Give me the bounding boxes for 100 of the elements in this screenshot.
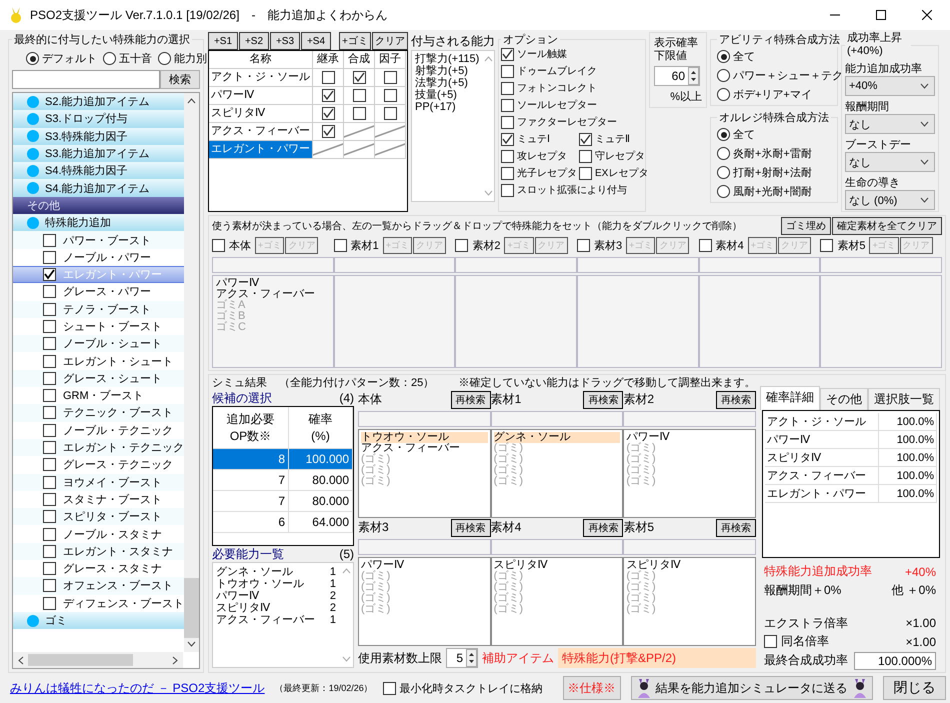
list-item[interactable]: GRM・ブースト xyxy=(13,387,184,404)
scrollbar[interactable] xyxy=(13,652,183,668)
category-item[interactable]: S2.能力追加アイテム xyxy=(13,93,184,110)
list-item[interactable]: テクニック・ブースト xyxy=(13,404,184,422)
checkbox[interactable] xyxy=(43,458,56,472)
checkbox[interactable] xyxy=(384,71,396,84)
material-field[interactable] xyxy=(623,411,756,427)
category-item[interactable]: 特殊能力追加 xyxy=(13,214,184,232)
scrollbar-thumb[interactable] xyxy=(28,654,133,666)
action-button[interactable]: 確定素材を全てクリア xyxy=(832,217,942,235)
material-field[interactable] xyxy=(455,257,577,273)
radio-button[interactable] xyxy=(717,128,730,141)
slot-button[interactable]: +S2 xyxy=(239,32,269,50)
list-item[interactable]: グレース・スタミナ xyxy=(13,560,184,578)
category-item[interactable]: ゴミ xyxy=(13,612,184,630)
research-button[interactable]: 再検索 xyxy=(583,390,624,408)
list-item[interactable]: グレース・シュート xyxy=(13,370,184,388)
spin-arrows-icon[interactable] xyxy=(466,649,477,667)
radio-button[interactable] xyxy=(717,185,730,198)
material-field[interactable] xyxy=(490,539,624,555)
checkbox[interactable] xyxy=(43,268,56,282)
checkbox[interactable] xyxy=(43,579,56,592)
research-button[interactable]: 再検索 xyxy=(716,518,756,536)
tab[interactable]: その他 xyxy=(820,388,868,410)
chevron-up-icon[interactable] xyxy=(187,98,196,104)
chevron-right-icon[interactable] xyxy=(172,656,178,664)
checkbox[interactable]: スロット拡張により付与 xyxy=(501,183,627,197)
category-item[interactable]: S4.特殊能力因子 xyxy=(13,162,184,180)
chevron-down-icon[interactable] xyxy=(920,197,929,203)
radio-button[interactable] xyxy=(717,69,730,82)
checkbox[interactable] xyxy=(352,107,366,120)
toolbar-button[interactable]: クリア xyxy=(372,32,408,50)
checkbox[interactable] xyxy=(43,476,56,489)
slot-button[interactable]: +S1 xyxy=(208,32,238,50)
checkbox[interactable] xyxy=(43,234,56,247)
category-item[interactable]: S3.ドロップ付与 xyxy=(13,110,184,128)
checkbox[interactable]: 守レセプタ xyxy=(579,149,645,163)
checkbox[interactable] xyxy=(43,302,56,316)
checkbox[interactable] xyxy=(352,89,366,102)
search-field[interactable] xyxy=(12,70,160,89)
material-list[interactable]: スピリタⅣ (ゴミ) (ゴミ) (ゴミ) (ゴミ) xyxy=(490,557,624,646)
dropdown[interactable]: +40% xyxy=(845,76,935,96)
tab[interactable]: 確率詳細 xyxy=(760,386,820,410)
dropdown[interactable]: なし xyxy=(845,152,935,172)
action-button[interactable]: ゴミ埋め xyxy=(781,217,831,235)
section-header[interactable]: その他 xyxy=(13,196,184,214)
checkbox[interactable] xyxy=(43,389,56,402)
checkbox[interactable] xyxy=(43,596,56,610)
checkbox[interactable]: ファクターレセプター xyxy=(501,115,617,129)
table-cell[interactable]: パワーⅣ xyxy=(209,87,313,105)
list-item[interactable]: スピリタ・ブースト xyxy=(13,508,184,526)
table-row[interactable]: 7 80.000 xyxy=(213,470,353,491)
checkbox[interactable] xyxy=(43,441,56,454)
checkbox[interactable] xyxy=(43,528,56,541)
site-link[interactable]: みりんは犠牲になったのだ － PSO2支援ツール xyxy=(10,680,265,696)
chevron-left-icon[interactable] xyxy=(18,656,24,664)
checkbox[interactable] xyxy=(43,424,56,437)
send-button[interactable]: 結果を能力追加シミュレータに送る xyxy=(630,676,873,700)
material-list[interactable]: パワーⅣ (ゴミ) (ゴミ) (ゴミ) (ゴミ) xyxy=(623,429,756,518)
checkbox[interactable]: EXレセプタ xyxy=(579,166,648,180)
table-cell[interactable]: エレガント・パワー xyxy=(209,141,313,159)
chevron-down-icon[interactable] xyxy=(920,121,929,127)
checkbox[interactable] xyxy=(43,354,56,368)
checkbox[interactable]: 光子レセプタ xyxy=(501,166,577,180)
category-item[interactable]: S3.能力追加アイテム xyxy=(13,144,184,162)
table-row[interactable]: 6 64.000 xyxy=(213,512,353,533)
checkbox[interactable] xyxy=(43,562,56,576)
chevron-down-icon[interactable] xyxy=(920,83,929,89)
research-button[interactable]: 再検索 xyxy=(450,390,491,408)
slot-button[interactable]: +S4 xyxy=(301,32,331,50)
checkbox[interactable] xyxy=(384,107,396,120)
checkbox[interactable] xyxy=(43,250,56,264)
spin-arrows-icon[interactable] xyxy=(688,67,699,85)
material-field[interactable] xyxy=(820,257,942,273)
checkbox[interactable] xyxy=(43,492,56,506)
material-field[interactable] xyxy=(490,411,624,427)
list-item[interactable]: エレガント・テクニック xyxy=(13,438,184,456)
material-field[interactable] xyxy=(334,257,456,273)
list-item[interactable]: ディフェンス・ブースト xyxy=(13,594,184,612)
checkbox[interactable] xyxy=(384,89,396,102)
checkbox[interactable] xyxy=(43,285,56,298)
list-item[interactable]: パワー・ブースト xyxy=(13,231,184,249)
research-button[interactable]: 再検索 xyxy=(450,518,491,536)
close-icon[interactable] xyxy=(922,10,932,20)
table-cell[interactable]: スピリタⅣ xyxy=(209,105,313,123)
checkbox[interactable] xyxy=(352,71,366,84)
material-field[interactable] xyxy=(576,257,699,273)
research-button[interactable]: 再検索 xyxy=(583,518,624,536)
radio-button[interactable] xyxy=(717,50,730,63)
checkbox[interactable] xyxy=(43,406,56,420)
slot-button[interactable]: +S3 xyxy=(270,32,300,50)
close-button[interactable]: 閉じる xyxy=(882,676,946,700)
dropdown[interactable]: なし (0%) xyxy=(845,190,935,210)
material-list[interactable]: トウオウ・ソール アクス・フィーバー (ゴミ) (ゴミ) (ゴミ) xyxy=(358,429,491,518)
list-item[interactable]: ノーブル・シュート xyxy=(13,335,184,352)
checkbox[interactable]: ミュテⅠ xyxy=(501,132,550,146)
checkbox[interactable]: ソール触媒 xyxy=(501,47,567,61)
checkbox[interactable]: 同名倍率 xyxy=(764,633,829,650)
toolbar-button[interactable]: +ゴミ xyxy=(339,32,371,50)
material-list[interactable]: スピリタⅣ (ゴミ) (ゴミ) (ゴミ) (ゴミ) xyxy=(623,557,756,646)
